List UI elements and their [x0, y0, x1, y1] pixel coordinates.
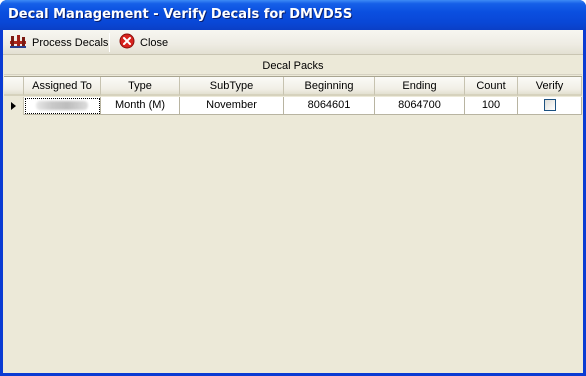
column-header-assigned-to[interactable]: Assigned To: [24, 77, 101, 96]
column-header-type[interactable]: Type: [101, 77, 180, 96]
close-label: Close: [140, 36, 169, 49]
row-header-corner: [4, 77, 24, 96]
close-button[interactable]: Close: [115, 32, 172, 53]
cell-ending[interactable]: 8064700: [375, 97, 465, 115]
toolbar-separator: [109, 33, 110, 52]
close-icon: [119, 33, 135, 52]
column-header-beginning[interactable]: Beginning: [284, 77, 375, 96]
row-selector[interactable]: [4, 97, 24, 115]
cell-verify[interactable]: [518, 97, 582, 115]
cell-count[interactable]: 100: [465, 97, 518, 115]
window-client: Process Decals Close Decal Packs Assigne…: [3, 30, 583, 373]
column-header-count[interactable]: Count: [465, 77, 518, 96]
toolbar: Process Decals Close: [3, 30, 583, 55]
process-decals-button[interactable]: Process Decals: [5, 32, 112, 53]
decal-packs-grid[interactable]: Assigned To Type SubType Beginning Endin…: [4, 76, 582, 372]
current-row-arrow-icon: [11, 102, 16, 110]
column-header-subtype[interactable]: SubType: [180, 77, 284, 96]
window-title: Decal Management - Verify Decals for DMV…: [8, 7, 353, 22]
column-header-ending[interactable]: Ending: [375, 77, 465, 96]
table-row[interactable]: Month (M) November 8064601 8064700 100: [4, 97, 582, 115]
cell-assigned-to[interactable]: [24, 97, 101, 115]
verify-checkbox[interactable]: [543, 99, 556, 111]
process-decals-icon: [9, 33, 27, 52]
app-window: Decal Management - Verify Decals for DMV…: [0, 0, 586, 376]
grid-header-row: Assigned To Type SubType Beginning Endin…: [4, 77, 582, 96]
cell-type[interactable]: Month (M): [101, 97, 180, 115]
process-decals-label: Process Decals: [32, 36, 109, 49]
title-bar[interactable]: Decal Management - Verify Decals for DMV…: [0, 0, 586, 30]
redacted-value: [36, 101, 88, 110]
column-header-verify[interactable]: Verify: [518, 77, 582, 96]
decal-packs-caption: Decal Packs: [4, 57, 582, 75]
cell-subtype[interactable]: November: [180, 97, 284, 115]
cell-beginning[interactable]: 8064601: [284, 97, 375, 115]
